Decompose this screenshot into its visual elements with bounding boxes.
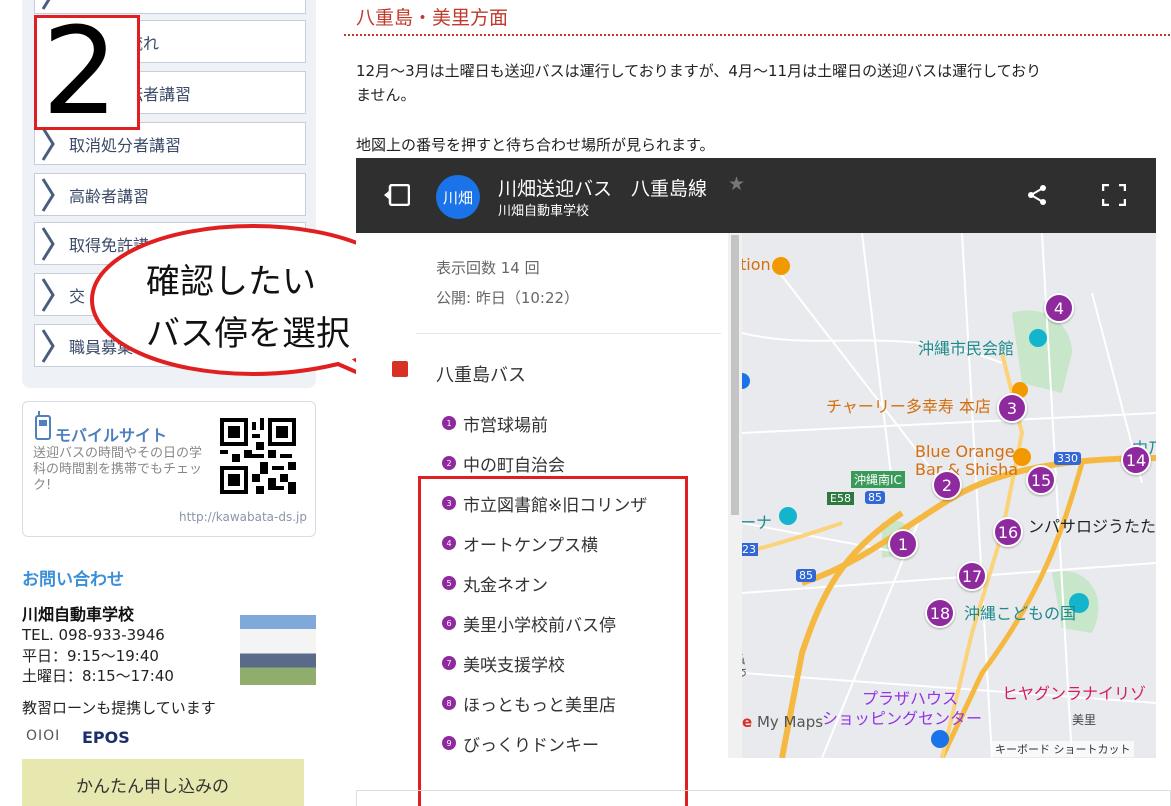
oioi-logo: OIOI bbox=[26, 728, 61, 744]
map-marker[interactable]: 15 bbox=[1026, 465, 1056, 495]
place-label: Blue Orange bbox=[915, 442, 1015, 461]
section-divider bbox=[344, 34, 1171, 36]
chevron-right-icon bbox=[35, 324, 61, 367]
notice-line2: ません。 bbox=[356, 86, 416, 104]
place-label: 沖縄南IC bbox=[851, 471, 905, 488]
map-marker[interactable]: 14 bbox=[1121, 445, 1151, 475]
map-marker[interactable]: 17 bbox=[957, 561, 987, 591]
place-label: チャーリー多幸寿 本店 bbox=[826, 397, 991, 416]
map-avatar: 川畑 bbox=[436, 175, 480, 219]
apply-banner-text: かんたん申し込みの bbox=[76, 777, 229, 797]
nav-item-senior-course[interactable]: 高齢者講習 bbox=[34, 173, 306, 216]
section-title: 八重島・美里方面 bbox=[356, 7, 509, 29]
map-marker[interactable]: 16 bbox=[993, 517, 1023, 547]
step-number: 2 bbox=[41, 3, 119, 142]
view-count: 表示回数 14 回 bbox=[436, 259, 540, 277]
sidebar: の流れ 運転者講習 取消処分者講習 高齢者講習 取得免許講 交 職員募集 bbox=[22, 0, 316, 806]
mymaps-text: My Maps bbox=[756, 713, 824, 731]
loan-text: 教習ローンも提携しています bbox=[22, 699, 216, 717]
star-icon[interactable]: ★ bbox=[728, 173, 745, 195]
place-label: ショッピングセンター bbox=[822, 709, 983, 728]
keyboard-shortcuts-link[interactable]: キーボード ショートカット bbox=[992, 741, 1134, 757]
contact-saturday-hours: 土曜日：8:15〜17:40 bbox=[22, 667, 174, 685]
nav-item-label: 交 bbox=[69, 286, 86, 306]
notice-line1: 12月〜3月は土曜日も送迎バスは運行しておりますが、4月〜11月は土曜日の送迎バ… bbox=[356, 62, 1042, 80]
callout-line2: バス停を選択 bbox=[146, 314, 350, 354]
place-label: ヒヤグンラナイリゾ bbox=[1002, 684, 1147, 703]
share-icon[interactable] bbox=[1026, 184, 1048, 206]
place-label: 85 bbox=[865, 491, 885, 504]
contact-heading: お問い合わせ bbox=[22, 570, 124, 590]
stop-number: 1 bbox=[442, 416, 456, 430]
fullscreen-icon[interactable] bbox=[1102, 184, 1126, 206]
callout-line1: 確認したい bbox=[146, 262, 316, 302]
stop-name: 中の町自治会 bbox=[463, 455, 565, 476]
panel-scrollbar[interactable] bbox=[728, 233, 742, 758]
place-label: 美里 bbox=[1072, 713, 1097, 727]
map-title: 川畑送迎バス 八重島線 bbox=[498, 178, 708, 200]
place-label: 沖縄市民会館 bbox=[918, 339, 1015, 358]
next-section-box bbox=[356, 790, 1171, 806]
school-name: 川畑自動車学校 bbox=[22, 605, 135, 624]
step-number-box: 2 bbox=[34, 3, 140, 142]
scrollbar-thumb[interactable] bbox=[731, 235, 739, 515]
mobile-site-banner[interactable]: モバイルサイト 送迎バスの時間やその日の学科の時間割を携帯でもチェック! htt… bbox=[22, 401, 316, 537]
stops-highlight-box bbox=[418, 476, 688, 806]
layer-checkbox[interactable] bbox=[392, 361, 408, 377]
epos-logo: EPOS bbox=[82, 728, 130, 747]
map-canvas[interactable]: tion 沖縄市民会館 チャーリー多幸寿 本店 Blue Orange Bar … bbox=[742, 233, 1156, 758]
stop-item[interactable]: 2 中の町自治会 bbox=[442, 451, 565, 476]
school-photo bbox=[240, 615, 316, 685]
place-label: E58 bbox=[827, 492, 854, 505]
map-marker[interactable]: 2 bbox=[932, 470, 962, 500]
chevron-right-icon bbox=[35, 173, 61, 216]
mobile-site-description: 送迎バスの時間やその日の学科の時間割を携帯でもチェック! bbox=[33, 446, 203, 493]
mobile-site-url: http://kawabata-ds.jp bbox=[178, 510, 307, 524]
stop-item[interactable]: 1 市営球場前 bbox=[442, 411, 548, 436]
place-label: 23 bbox=[742, 543, 758, 556]
contact-weekday-hours: 平日：9:15〜19:40 bbox=[22, 647, 159, 665]
place-label: Bar & Shisha bbox=[915, 460, 1019, 479]
place-label: 沖縄こどもの国 bbox=[964, 604, 1077, 623]
place-label: tion bbox=[742, 255, 771, 274]
panel-divider bbox=[416, 333, 721, 334]
place-label: ンパサロジうたた bbox=[1028, 517, 1156, 536]
qr-code-icon bbox=[220, 418, 296, 494]
collapse-panel-icon[interactable] bbox=[382, 184, 410, 206]
apply-banner[interactable]: かんたん申し込みの bbox=[22, 759, 304, 806]
map-marker[interactable]: 4 bbox=[1044, 293, 1074, 323]
place-label: ーナ bbox=[742, 513, 773, 532]
mobile-site-title: モバイルサイト bbox=[55, 426, 168, 445]
map-marker[interactable]: 18 bbox=[925, 598, 955, 628]
stop-number: 2 bbox=[442, 456, 456, 470]
map-marker[interactable]: 1 bbox=[888, 529, 918, 559]
map-legend-panel: 表示回数 14 回 公開: 昨日（10:22） 八重島バス 1 市営球場前 2 中の… bbox=[356, 233, 742, 806]
chevron-right-icon bbox=[35, 273, 61, 316]
mobile-phone-icon bbox=[35, 411, 51, 440]
chevron-right-icon bbox=[35, 222, 61, 265]
map-instruction: 地図上の番号を押すと待ち合わせ場所が見られます。 bbox=[356, 136, 715, 154]
place-label: 85 bbox=[796, 569, 816, 582]
layer-name: 八重島バス bbox=[436, 365, 526, 386]
stop-name: 市営球場前 bbox=[463, 415, 548, 436]
nav-item-label: 高齢者講習 bbox=[69, 186, 150, 206]
embedded-map: 川畑 川畑送迎バス 八重島線 川畑自動車学校 ★ 表示回数 14 回 公開: 昨… bbox=[356, 158, 1156, 806]
published-date: 公開: 昨日（10:22） bbox=[436, 289, 580, 307]
contact-tel: TEL. 098-933-3946 bbox=[22, 626, 165, 644]
mymaps-logo: e My Maps bbox=[742, 713, 824, 731]
map-owner: 川畑自動車学校 bbox=[498, 204, 590, 219]
map-header: 川畑 川畑送迎バス 八重島線 川畑自動車学校 ★ bbox=[356, 158, 1156, 233]
place-label: 330 bbox=[1054, 452, 1081, 465]
map-marker[interactable]: 3 bbox=[997, 393, 1027, 423]
